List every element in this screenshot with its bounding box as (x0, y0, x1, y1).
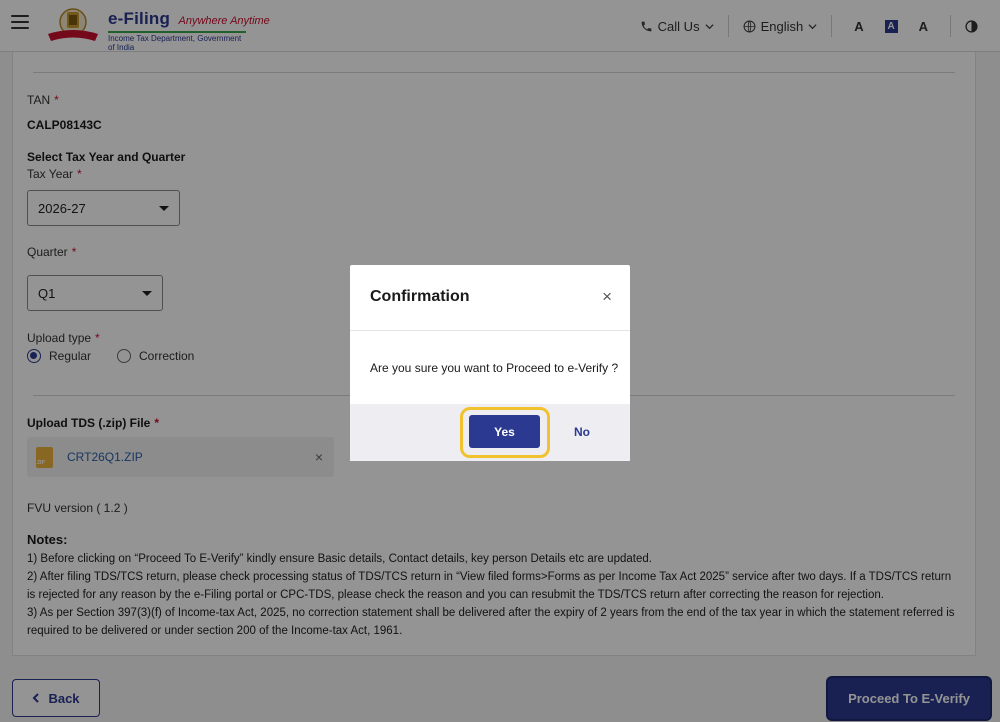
dialog-body: Are you sure you want to Proceed to e-Ve… (350, 331, 630, 404)
confirmation-dialog: Confirmation × Are you sure you want to … (350, 265, 630, 461)
dialog-footer: Yes No (350, 404, 630, 461)
dialog-header: Confirmation × (350, 265, 630, 331)
close-icon[interactable]: × (602, 287, 612, 307)
dialog-title: Confirmation (370, 288, 470, 305)
yes-button[interactable]: Yes (469, 415, 540, 448)
no-button[interactable]: No (562, 415, 602, 448)
dialog-message: Are you sure you want to Proceed to e-Ve… (370, 361, 619, 375)
